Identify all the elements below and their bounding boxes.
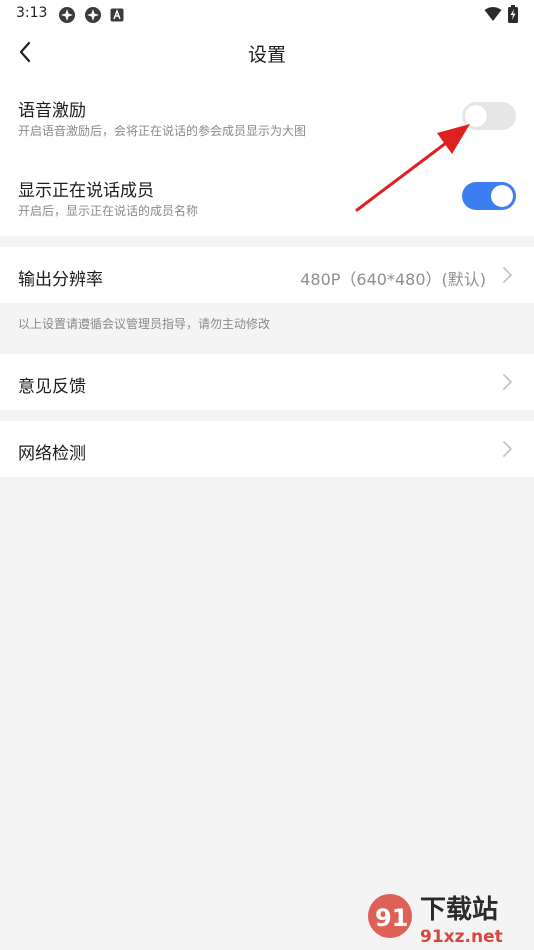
chevron-right-icon	[503, 374, 512, 390]
svg-text:91xz.net: 91xz.net	[420, 927, 503, 947]
show-speaking-member-subtitle: 开启后，显示正在说话的成员名称	[18, 204, 199, 218]
svg-text:下载站: 下载站	[420, 895, 498, 925]
toggle-knob	[465, 105, 487, 127]
feedback-row[interactable]: 意见反馈	[0, 354, 534, 410]
admin-note: 以上设置请遵循会议管理员指导，请勿主动修改	[18, 317, 271, 331]
status-time: 3:13	[16, 5, 48, 21]
site-watermark-logo: 91 下载站 91xz.net	[368, 894, 503, 947]
network-check-row[interactable]: 网络检测	[0, 421, 534, 477]
toggle-knob	[491, 185, 513, 207]
output-resolution-value: 480P（640*480）(默认)	[300, 270, 486, 289]
toggle-group: 语音激励 开启语音激励后，会将正在说话的参会成员显示为大图 显示正在说话成员 开…	[0, 76, 534, 236]
top-bar: 设置	[0, 28, 534, 76]
chevron-right-icon	[503, 441, 512, 457]
wifi-icon	[484, 7, 502, 21]
battery-charging-icon	[508, 5, 518, 23]
output-resolution-row[interactable]: 输出分辨率 480P（640*480）(默认)	[0, 247, 534, 303]
page-title: 设置	[247, 44, 286, 66]
voice-incentive-title: 语音激励	[18, 101, 86, 121]
a-letter-icon	[110, 8, 124, 22]
show-speaking-member-title: 显示正在说话成员	[18, 181, 154, 201]
status-bar: 3:13	[0, 0, 534, 28]
status-right-icons	[484, 5, 518, 23]
network-check-title: 网络检测	[18, 444, 86, 464]
feedback-title: 意见反馈	[18, 377, 86, 397]
voice-incentive-subtitle: 开启语音激励后，会将正在说话的参会成员显示为大图	[18, 124, 307, 138]
show-speaking-member-toggle[interactable]	[462, 182, 516, 210]
output-resolution-title: 输出分辨率	[18, 270, 103, 290]
chevron-right-icon	[503, 267, 512, 283]
status-left-icons	[58, 6, 124, 24]
app-icon	[59, 7, 75, 23]
app-icon	[85, 7, 101, 23]
svg-text:91: 91	[375, 904, 408, 932]
voice-incentive-toggle[interactable]	[462, 102, 516, 130]
